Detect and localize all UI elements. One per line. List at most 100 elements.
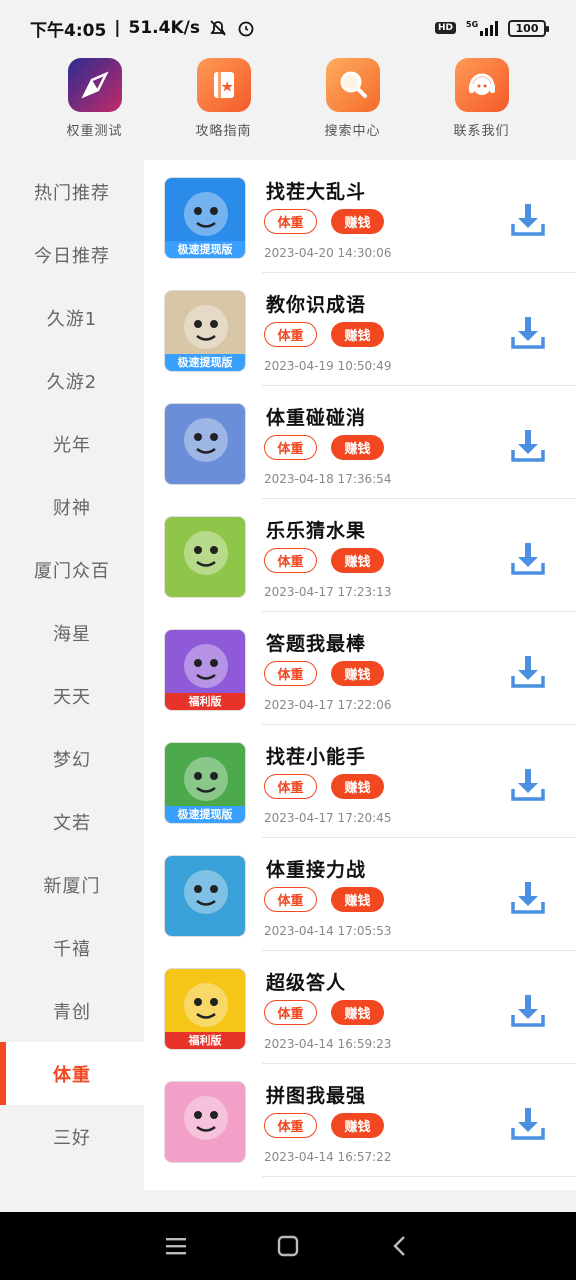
category-tag: 体重 <box>264 1113 317 1138</box>
earn-tag: 赚钱 <box>331 1113 384 1138</box>
headset-icon <box>454 58 509 112</box>
game-icon[interactable] <box>164 1081 246 1163</box>
game-title[interactable]: 乐乐猜水果 <box>266 516 366 543</box>
sidebar-item-xiamen-zhongbai[interactable]: 厦门众百 <box>0 538 144 601</box>
game-title[interactable]: 答题我最棒 <box>266 629 366 656</box>
icon-ribbon-label: 极速提现版 <box>165 354 245 371</box>
game-date: 2023-04-19 10:50:49 <box>264 359 392 373</box>
game-icon[interactable]: 福利版 <box>164 629 246 711</box>
sidebar-item-today[interactable]: 今日推荐 <box>0 223 144 286</box>
nav-weight-test[interactable]: 权重测试 <box>45 56 145 160</box>
download-button[interactable] <box>508 991 548 1031</box>
sidebar-item-xin-xiamen[interactable]: 新厦门 <box>0 853 144 916</box>
menu-button[interactable] <box>156 1226 196 1266</box>
game-icon[interactable] <box>164 403 246 485</box>
magnifier-icon <box>325 58 380 112</box>
earn-tag: 赚钱 <box>331 887 384 912</box>
sidebar-item-jiuyou1[interactable]: 久游1 <box>0 286 144 349</box>
download-icon <box>511 656 545 688</box>
home-button[interactable] <box>268 1226 308 1266</box>
game-icon[interactable]: 极速提现版 <box>164 742 246 824</box>
sidebar-item-menghuan[interactable]: 梦幻 <box>0 727 144 790</box>
status-bar: 下午4:05 | 51.4K/s HD 5G 100 <box>0 0 576 56</box>
earn-tag: 赚钱 <box>331 1000 384 1025</box>
game-icon[interactable]: 极速提现版 <box>164 290 246 372</box>
icon-ribbon-label: 福利版 <box>165 693 245 710</box>
game-icon[interactable] <box>164 855 246 937</box>
game-row[interactable]: 福利版 超级答人 体重 赚钱 2023-04-14 16:59:23 <box>144 951 576 1064</box>
download-icon <box>511 543 545 575</box>
download-button[interactable] <box>508 652 548 692</box>
game-list: 极速提现版 找茬大乱斗 体重 赚钱 2023-04-20 14:30:06 极速提现版 教你… <box>144 160 576 1190</box>
download-button[interactable] <box>508 200 548 240</box>
game-icon[interactable] <box>164 516 246 598</box>
game-row[interactable]: 福利版 答题我最棒 体重 赚钱 2023-04-17 17:22:06 <box>144 612 576 725</box>
status-speed: 51.4K/s <box>128 18 200 38</box>
game-row[interactable]: 体重接力战 体重 赚钱 2023-04-14 17:05:53 <box>144 838 576 951</box>
sidebar-item-wenruo[interactable]: 文若 <box>0 790 144 853</box>
download-button[interactable] <box>508 313 548 353</box>
nav-label: 攻略指南 <box>195 124 252 139</box>
icon-ribbon-label: 极速提现版 <box>165 241 245 258</box>
sidebar-item-qianxi[interactable]: 千禧 <box>0 916 144 979</box>
download-button[interactable] <box>508 1104 548 1144</box>
mute-icon <box>208 18 228 38</box>
sidebar-item-haixing[interactable]: 海星 <box>0 601 144 664</box>
nav-label: 搜索中心 <box>324 124 381 139</box>
sidebar-item-caishen[interactable]: 财神 <box>0 475 144 538</box>
game-row[interactable]: 极速提现版 教你识成语 体重 赚钱 2023-04-19 10:50:49 <box>144 273 576 386</box>
icon-ribbon-label: 极速提现版 <box>165 806 245 823</box>
download-button[interactable] <box>508 539 548 579</box>
category-tag: 体重 <box>264 322 317 347</box>
game-title[interactable]: 找茬大乱斗 <box>266 177 366 204</box>
nav-contact[interactable]: 联系我们 <box>432 56 532 160</box>
game-row[interactable]: 乐乐猜水果 体重 赚钱 2023-04-17 17:23:13 <box>144 499 576 612</box>
game-date: 2023-04-17 17:20:45 <box>264 811 392 825</box>
game-title[interactable]: 找茬小能手 <box>266 742 366 769</box>
earn-tag: 赚钱 <box>331 435 384 460</box>
sidebar-item-guangnian[interactable]: 光年 <box>0 412 144 475</box>
sidebar-item-hot[interactable]: 热门推荐 <box>0 160 144 223</box>
row-divider <box>262 1176 576 1177</box>
game-title[interactable]: 拼图我最强 <box>266 1081 366 1108</box>
game-title[interactable]: 教你识成语 <box>266 290 366 317</box>
category-tag: 体重 <box>264 774 317 799</box>
download-icon <box>511 317 545 349</box>
category-tag: 体重 <box>264 209 317 234</box>
alarm-icon <box>236 18 256 38</box>
hd-badge: HD <box>434 22 456 34</box>
game-row[interactable]: 拼图我最强体重 赚钱 2023-04-14 16:57:22 <box>144 1064 576 1177</box>
sidebar-item-tizhong[interactable]: 体重 <box>0 1042 144 1105</box>
download-button[interactable] <box>508 426 548 466</box>
game-row[interactable]: 极速提现版 找茬小能手 体重 赚钱 2023-04-17 17:20:45 <box>144 725 576 838</box>
nav-guide[interactable]: 攻略指南 <box>174 56 274 160</box>
game-title[interactable]: 体重碰碰消 <box>266 403 366 430</box>
download-button[interactable] <box>508 878 548 918</box>
earn-tag: 赚钱 <box>331 209 384 234</box>
download-button[interactable] <box>508 765 548 805</box>
game-date: 2023-04-14 16:57:22 <box>264 1150 392 1164</box>
book-icon <box>196 58 251 112</box>
nav-label: 权重测试 <box>66 124 123 139</box>
category-tag: 体重 <box>264 661 317 686</box>
earn-tag: 赚钱 <box>331 548 384 573</box>
status-time: 下午4:05 <box>30 20 107 41</box>
download-icon <box>511 995 545 1027</box>
sidebar-item-qingchuang[interactable]: 青创 <box>0 979 144 1042</box>
game-title[interactable]: 超级答人 <box>266 968 346 995</box>
sidebar-item-tiantian[interactable]: 天天 <box>0 664 144 727</box>
category-sidebar: 热门推荐 今日推荐 久游1 久游2 光年 财神 厦门众百 海星 天天 梦幻 文若… <box>0 160 144 1190</box>
game-row[interactable]: 体重碰碰消体重 赚钱 2023-04-18 17:36:54 <box>144 386 576 499</box>
game-icon[interactable]: 福利版 <box>164 968 246 1050</box>
sidebar-item-sanhao[interactable]: 三好 <box>0 1105 144 1168</box>
game-icon[interactable]: 极速提现版 <box>164 177 246 259</box>
game-date: 2023-04-18 17:36:54 <box>264 472 392 486</box>
back-button[interactable] <box>380 1226 420 1266</box>
category-tag: 体重 <box>264 435 317 460</box>
nav-search[interactable]: 搜索中心 <box>303 56 403 160</box>
sidebar-item-jiuyou2[interactable]: 久游2 <box>0 349 144 412</box>
game-row[interactable]: 极速提现版 找茬大乱斗体重 赚钱 2023-04-20 14:30:06 <box>144 160 576 273</box>
game-date: 2023-04-20 14:30:06 <box>264 246 392 260</box>
game-title[interactable]: 体重接力战 <box>266 855 366 882</box>
battery-icon: 100 <box>508 19 549 37</box>
